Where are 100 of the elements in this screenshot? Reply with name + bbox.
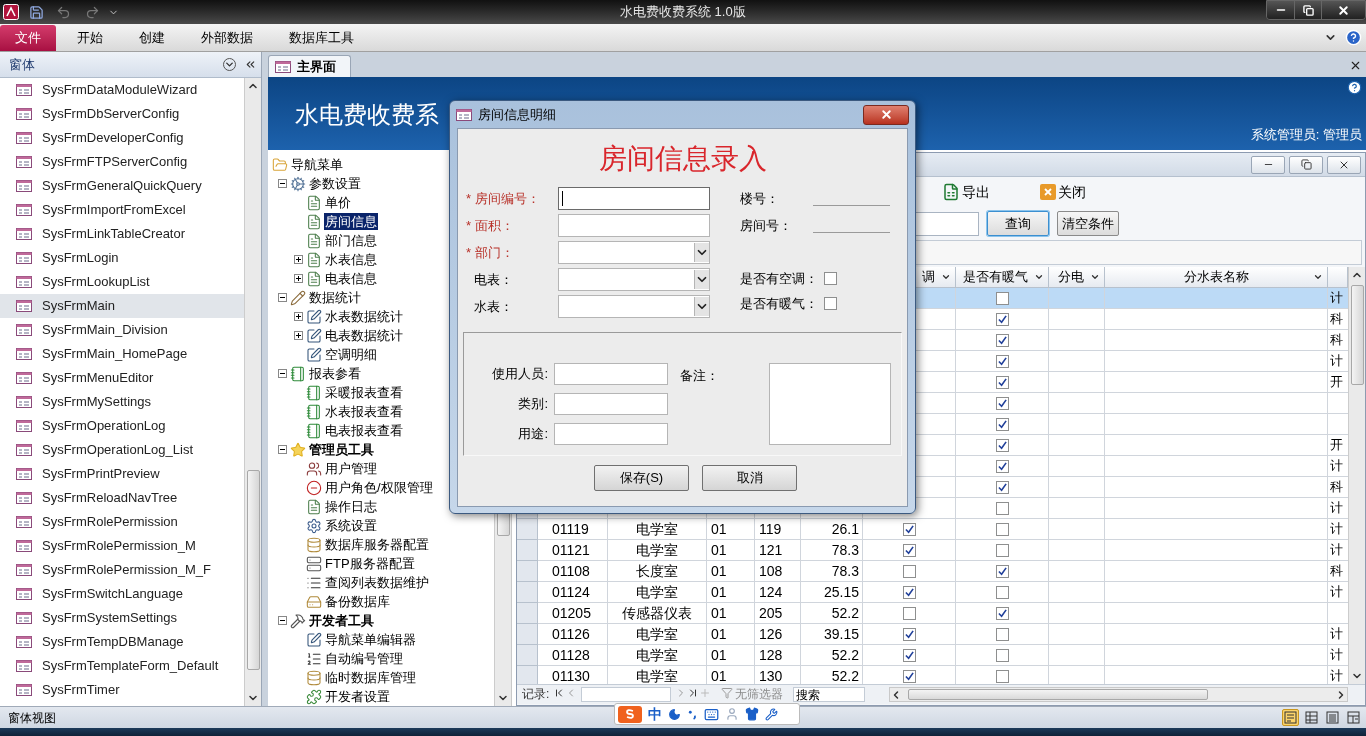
checkbox[interactable] <box>995 438 1009 452</box>
tree-item[interactable]: 报表参看 <box>308 365 362 382</box>
table-row[interactable]: 01130 电学室 01 130 52.2 计 <box>517 666 1348 684</box>
table-row[interactable]: 01108 长度室 01 108 78.3 科 <box>517 561 1348 582</box>
checkbox[interactable] <box>902 606 916 620</box>
tree-toggle[interactable] <box>278 616 287 625</box>
nav-pane-item[interactable]: SysFrmDeveloperConfig <box>0 126 244 150</box>
tree-toggle[interactable] <box>294 331 303 340</box>
column-header[interactable]: 分水表名称 <box>1105 267 1328 288</box>
dialog-button[interactable]: 取消 <box>702 465 797 491</box>
nav-pane-item[interactable]: SysFrmMenuEditor <box>0 366 244 390</box>
nav-pane-item[interactable]: SysFrmGeneralQuickQuery <box>0 174 244 198</box>
tree-item[interactable]: 操作日志 <box>324 498 378 515</box>
tree-toggle[interactable] <box>278 369 287 378</box>
ime-mode[interactable]: 中 <box>648 703 662 725</box>
ribbon-tab[interactable]: 文件 <box>0 24 56 51</box>
help-icon[interactable] <box>1347 80 1362 95</box>
tree-item[interactable]: 电表信息 <box>324 270 378 287</box>
layout-view-icon[interactable] <box>1324 709 1341 726</box>
undo-icon[interactable] <box>56 4 71 20</box>
nav-pane-item[interactable]: SysFrmDataModuleWizard <box>0 78 244 102</box>
nav-pane-item[interactable]: SysFrmDbServerConfig <box>0 102 244 126</box>
close-button[interactable] <box>1321 1 1365 19</box>
tree-item[interactable]: 水表数据统计 <box>324 308 404 325</box>
checkbox[interactable] <box>995 354 1009 368</box>
ribbon-tab[interactable]: 开始 <box>59 24 121 51</box>
close-button[interactable] <box>863 104 909 125</box>
toolbar-button[interactable]: 导出 <box>942 181 990 203</box>
nav-pane-item[interactable]: SysFrmMain_Division <box>0 318 244 342</box>
vertical-scrollbar[interactable] <box>1348 267 1365 684</box>
checkbox[interactable] <box>995 585 1009 599</box>
scrollbar-thumb[interactable] <box>496 512 510 536</box>
nav-pane-item[interactable]: SysFrmFTPServerConfig <box>0 150 244 174</box>
nav-pane-item[interactable]: SysFrmPrintPreview <box>0 462 244 486</box>
nav-pane-item[interactable]: SysFrmOperationLog_List <box>0 438 244 462</box>
nav-pane-item[interactable]: SysFrmTimer <box>0 678 244 702</box>
checkbox[interactable] <box>902 585 916 599</box>
tree-item[interactable]: 水表报表查看 <box>324 403 404 420</box>
datasheet-view-icon[interactable] <box>1303 709 1320 726</box>
dialog-button[interactable]: 保存(S) <box>594 465 689 491</box>
nav-pane-item[interactable]: SysFrmRolePermission_M_F <box>0 558 244 582</box>
tree-item[interactable]: 开发者设置 <box>324 688 391 705</box>
nav-pane-item[interactable]: SysFrmMain <box>0 294 244 318</box>
tree-item[interactable]: 系统设置 <box>324 517 378 534</box>
nav-pane-item[interactable]: SysFrmOperationLog <box>0 414 244 438</box>
nav-pane-item[interactable]: SysFrmTemplateForm_Default <box>0 654 244 678</box>
table-row[interactable]: 01126 电学室 01 126 39.15 计 <box>517 624 1348 645</box>
nav-pane-item[interactable]: SysFrmMySettings <box>0 390 244 414</box>
scrollbar-thumb[interactable] <box>908 689 1209 700</box>
minimize-button[interactable] <box>1267 1 1294 19</box>
checkbox[interactable] <box>902 648 916 662</box>
tree-toggle[interactable] <box>278 179 287 188</box>
tree-item[interactable]: 管理员工具 <box>308 441 375 458</box>
checkbox[interactable] <box>995 291 1009 305</box>
tree-item[interactable]: 用户角色/权限管理 <box>324 479 434 496</box>
tree-item[interactable]: 备份数据库 <box>324 593 391 610</box>
nav-pane-item[interactable]: SysFrmLinkTableCreator <box>0 222 244 246</box>
checkbox[interactable] <box>995 501 1009 515</box>
redo-icon[interactable] <box>85 4 100 20</box>
checkbox[interactable] <box>995 564 1009 578</box>
ribbon-tab[interactable]: 外部数据 <box>183 24 271 51</box>
horizontal-scrollbar[interactable] <box>889 687 1348 702</box>
table-row[interactable]: 01121 电学室 01 121 78.3 计 <box>517 540 1348 561</box>
checkbox[interactable] <box>995 606 1009 620</box>
form-view-icon[interactable] <box>1282 709 1299 726</box>
checkbox[interactable] <box>995 417 1009 431</box>
nav-pane-item[interactable]: SysFrmReloadNavTree <box>0 486 244 510</box>
checkbox[interactable] <box>995 627 1009 641</box>
nav-pane-item[interactable]: SysFrmRolePermission_M <box>0 534 244 558</box>
checkbox[interactable] <box>995 648 1009 662</box>
checkbox[interactable] <box>995 396 1009 410</box>
tree-item[interactable]: FTP服务器配置 <box>324 555 416 572</box>
nav-pane-item[interactable]: SysFrmRolePermission <box>0 510 244 534</box>
checkbox[interactable] <box>995 480 1009 494</box>
tree-item[interactable]: 单价 <box>324 194 352 211</box>
checkbox[interactable] <box>995 543 1009 557</box>
input-field[interactable] <box>554 393 668 415</box>
checkbox[interactable] <box>824 272 837 285</box>
tree-item[interactable]: 水表信息 <box>324 251 378 268</box>
restore-button[interactable] <box>1289 155 1323 174</box>
column-header[interactable]: 是否有暖气 <box>956 267 1049 288</box>
dropdown-field[interactable] <box>558 268 710 291</box>
nav-pane-item[interactable]: SysFrmSystemSettings <box>0 606 244 630</box>
tree-toggle[interactable] <box>294 255 303 264</box>
column-header[interactable]: 分电 <box>1049 267 1105 288</box>
table-row[interactable]: 01119 电学室 01 119 26.1 计 <box>517 519 1348 540</box>
tree-item[interactable]: 电表数据统计 <box>324 327 404 344</box>
search-field[interactable]: 搜索 <box>793 687 866 702</box>
input-field[interactable] <box>554 363 668 385</box>
ribbon-tab[interactable]: 创建 <box>121 24 183 51</box>
document-tab[interactable]: 主界面 <box>268 55 351 77</box>
ribbon-tab[interactable]: 数据库工具 <box>271 24 372 51</box>
tree-toggle[interactable] <box>294 312 303 321</box>
tree-item[interactable]: 房间信息 <box>324 213 378 230</box>
search-button[interactable]: 查询 <box>987 211 1049 236</box>
checkbox[interactable] <box>995 459 1009 473</box>
checkbox[interactable] <box>902 669 916 683</box>
checkbox[interactable] <box>902 627 916 641</box>
checkbox[interactable] <box>995 375 1009 389</box>
tree-item[interactable]: 采暖报表查看 <box>324 384 404 401</box>
